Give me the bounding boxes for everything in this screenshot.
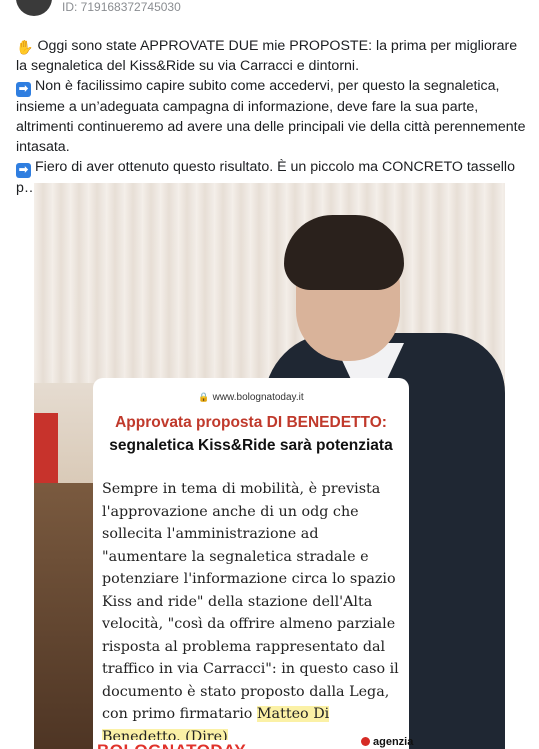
post-line-1-text: Oggi sono state APPROVATE DUE mie PROPOS… bbox=[16, 38, 518, 74]
avatar[interactable] bbox=[16, 0, 52, 16]
right-arrow-icon: ➡ bbox=[16, 163, 31, 178]
card-url: 🔒 www.bolognatoday.it bbox=[93, 392, 409, 403]
raised-hand-icon: ✋ bbox=[16, 39, 34, 55]
post-id: ID: 719168372745030 bbox=[62, 0, 181, 14]
news-card: 🔒 www.bolognatoday.it Approvata proposta … bbox=[93, 378, 409, 749]
post-image[interactable]: 🔒 www.bolognatoday.it Approvata proposta … bbox=[34, 183, 505, 749]
person-hair bbox=[284, 215, 404, 290]
post-header: ID: 719168372745030 bbox=[0, 0, 539, 18]
card-title-black: segnaletica Kiss&Ride sarà potenziata bbox=[109, 437, 393, 454]
post-line-2: ➡ Non è facilissimo capire subito come ac… bbox=[16, 76, 528, 157]
post-line-2-text: Non è facilissimo capire subito come acc… bbox=[16, 78, 526, 155]
card-url-text: www.bolognatoday.it bbox=[212, 392, 304, 403]
brand-logo: BOLOGNATODAY bbox=[97, 741, 246, 749]
card-title-red: Approvata proposta DI BENEDETTO: bbox=[115, 414, 387, 431]
wood-panel bbox=[34, 483, 94, 749]
post-text: ✋ Oggi sono state APPROVATE DUE mie PROPO… bbox=[16, 36, 528, 198]
agency-dot-icon bbox=[361, 737, 370, 746]
right-arrow-icon: ➡ bbox=[16, 82, 31, 97]
agency-logo: agenzia bbox=[361, 736, 413, 748]
card-body: Sempre in tema di mobilità, è prevista l… bbox=[102, 478, 402, 748]
lock-icon: 🔒 bbox=[198, 392, 210, 402]
post-line-1: ✋ Oggi sono state APPROVATE DUE mie PROPO… bbox=[16, 36, 528, 76]
card-body-text: Sempre in tema di mobilità, è prevista l… bbox=[102, 481, 399, 722]
agency-text: agenzia bbox=[373, 736, 414, 748]
